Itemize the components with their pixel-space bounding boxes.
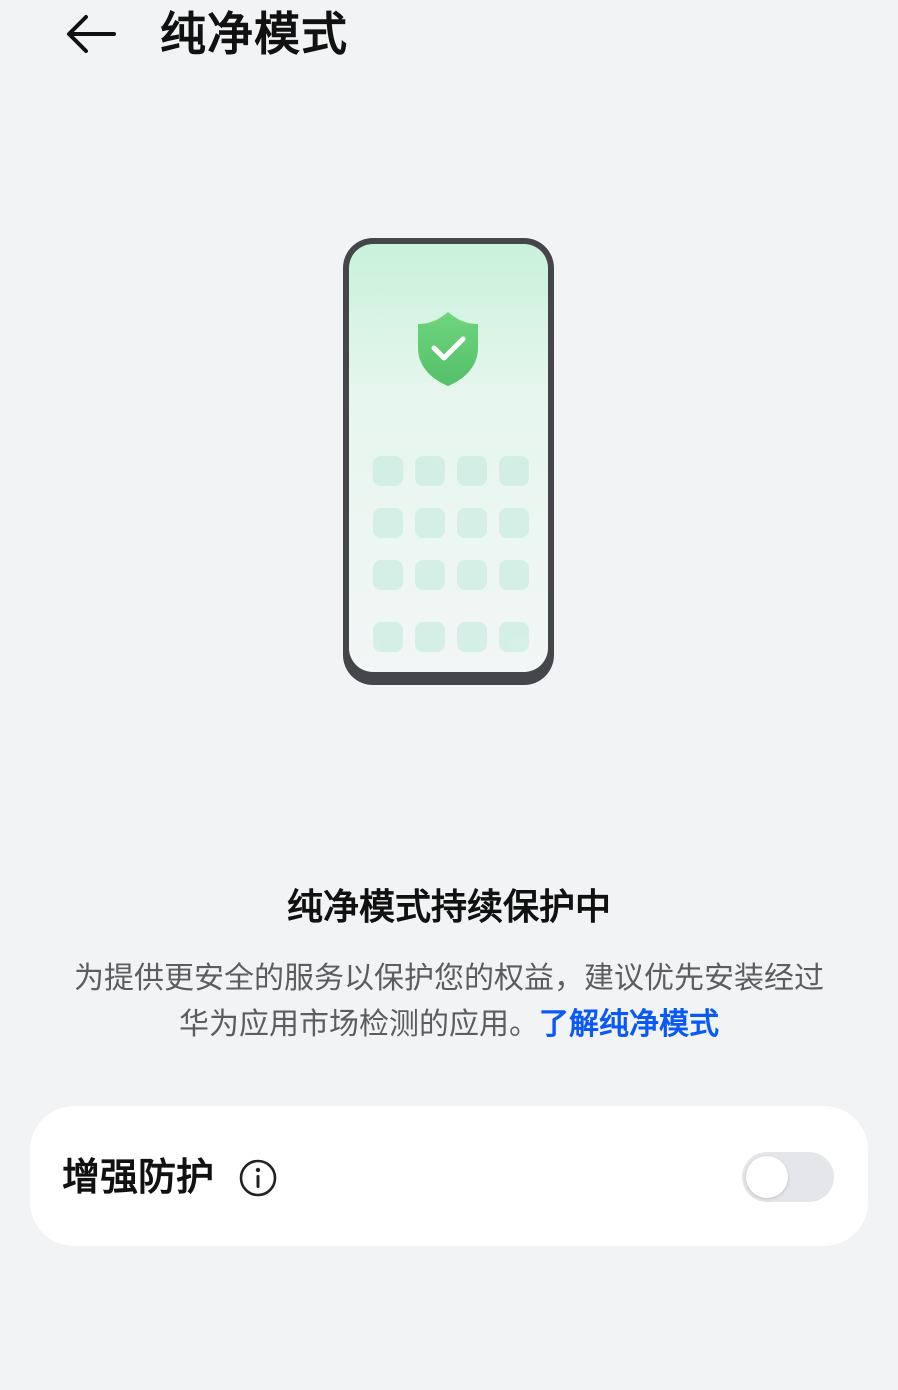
phone-shield-illustration [343,238,554,685]
status-title: 纯净模式持续保护中 [286,887,611,928]
enhanced-protection-card: 增强防护 [30,1106,868,1246]
enhanced-protection-toggle[interactable] [742,1152,834,1202]
page-title: 纯净模式 [160,7,348,61]
toggle-knob [746,1156,788,1198]
pure-mode-illustration [341,236,556,687]
info-icon[interactable] [238,1158,278,1198]
header: 纯净模式 [0,0,898,80]
back-button[interactable] [58,6,122,62]
status-description: 为提供更安全的服务以保护您的权益，建议优先安装经过华为应用市场检测的应用。了解纯… [60,956,838,1048]
back-arrow-icon [67,15,116,53]
enhanced-protection-label: 增强防护 [62,1155,215,1199]
learn-more-link[interactable]: 了解纯净模式 [539,1007,719,1042]
